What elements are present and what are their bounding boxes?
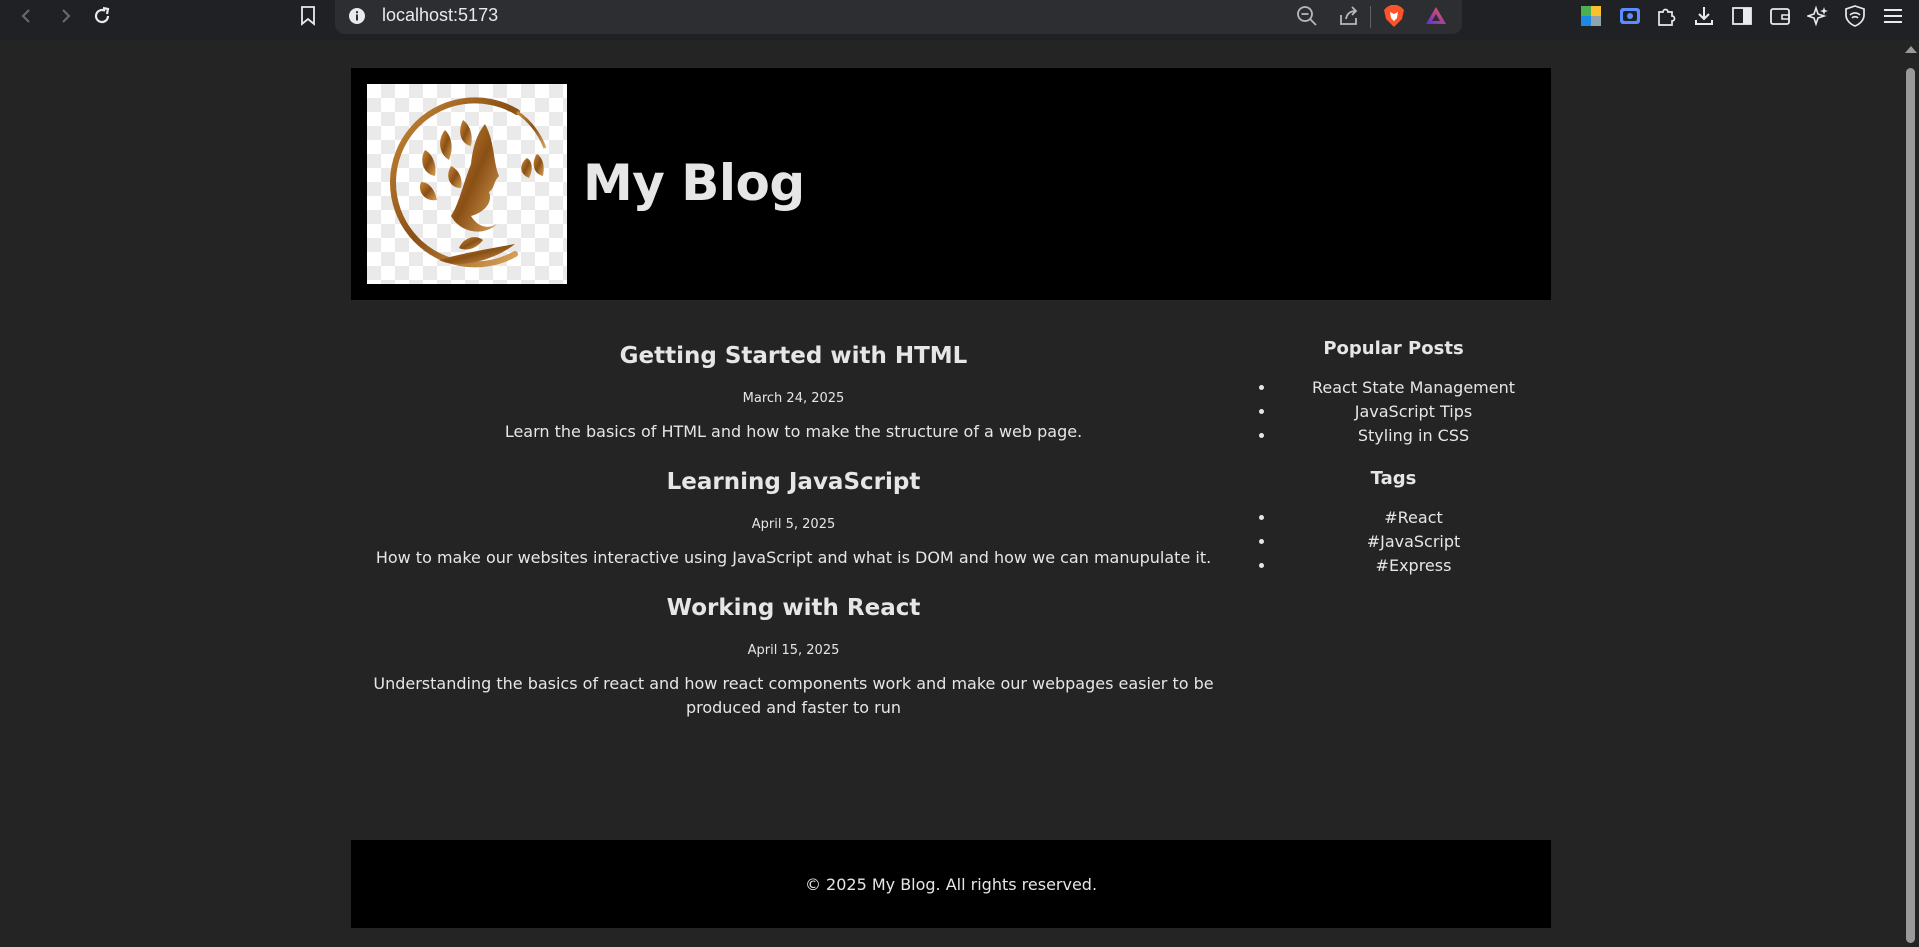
blog-logo: [367, 84, 567, 284]
translate-icon: [1581, 6, 1601, 26]
browser-toolbar: localhost:5173: [0, 0, 1919, 40]
popular-posts-list: React State Management JavaScript Tips S…: [1236, 376, 1551, 448]
main-menu-button[interactable]: [1880, 3, 1906, 29]
popular-post-item[interactable]: JavaScript Tips: [1276, 400, 1551, 424]
bookmark-button[interactable]: [294, 2, 322, 30]
post-date: March 24, 2025: [742, 391, 845, 406]
reload-button[interactable]: [88, 2, 116, 30]
screencast-icon: [1620, 8, 1640, 24]
menu-icon: [1884, 9, 1902, 23]
brave-shield-icon: [1384, 5, 1404, 27]
post-item: Working with React April 15, 2025 Unders…: [351, 582, 1236, 720]
post-title[interactable]: Getting Started with HTML: [351, 330, 1236, 382]
post-summary: Learn the basics of HTML and how to make…: [504, 422, 1083, 441]
share-icon: [1340, 6, 1358, 25]
screencast-extension-button[interactable]: [1617, 3, 1643, 29]
extensions-button[interactable]: [1653, 3, 1679, 29]
post-summary: How to make our websites interactive usi…: [375, 548, 1212, 567]
scroll-up-arrow-icon[interactable]: [1905, 46, 1917, 53]
bookmark-icon: [301, 6, 315, 26]
tag-item[interactable]: #Express: [1276, 554, 1551, 578]
site-info-button[interactable]: [347, 6, 367, 26]
brave-rewards-button[interactable]: [1423, 3, 1449, 29]
popular-posts-heading: Popular Posts: [1323, 338, 1464, 359]
popular-post-item[interactable]: Styling in CSS: [1276, 424, 1551, 448]
post-date: April 15, 2025: [747, 643, 840, 658]
zoom-out-icon: [1297, 6, 1317, 26]
page-scrollbar[interactable]: [1902, 40, 1919, 947]
tags-heading: Tags: [1370, 468, 1417, 489]
forward-button[interactable]: [51, 2, 79, 30]
downloads-button[interactable]: [1691, 3, 1717, 29]
sidebar-icon: [1732, 7, 1752, 25]
arrow-left-icon: [21, 9, 30, 23]
site-header: My Blog: [351, 68, 1551, 300]
post-item: Learning JavaScript April 5, 2025 How to…: [351, 456, 1236, 570]
leo-ai-button[interactable]: [1805, 3, 1831, 29]
leo-ai-icon: [1807, 5, 1828, 27]
popular-post-item[interactable]: React State Management: [1276, 376, 1551, 400]
share-button[interactable]: [1336, 3, 1362, 29]
site-footer: © 2025 My Blog. All rights reserved.: [351, 840, 1551, 928]
tag-item[interactable]: #JavaScript: [1276, 530, 1551, 554]
wallet-icon: [1770, 8, 1790, 25]
arrow-right-icon: [62, 9, 71, 23]
zoom-button[interactable]: [1294, 3, 1320, 29]
translate-extension-button[interactable]: [1578, 3, 1604, 29]
post-title[interactable]: Learning JavaScript: [351, 456, 1236, 508]
posts-section: Getting Started with HTML March 24, 2025…: [351, 330, 1236, 720]
address-bar[interactable]: localhost:5173: [335, 0, 1462, 34]
brave-shield-button[interactable]: [1381, 3, 1407, 29]
vpn-icon: [1845, 5, 1865, 27]
tag-item[interactable]: #React: [1276, 506, 1551, 530]
brave-rewards-icon: [1426, 7, 1446, 24]
sidebar: Popular Posts React State Management Jav…: [1236, 330, 1551, 578]
post-summary: Understanding the basics of react and ho…: [373, 674, 1214, 717]
separator: [1370, 6, 1371, 28]
scroll-thumb[interactable]: [1906, 68, 1915, 943]
post-item: Getting Started with HTML March 24, 2025…: [351, 330, 1236, 444]
back-button[interactable]: [13, 2, 41, 30]
woman-leaf-logo-icon: [390, 97, 547, 268]
wallet-button[interactable]: [1767, 3, 1793, 29]
puzzle-icon: [1658, 8, 1676, 26]
post-title[interactable]: Working with React: [351, 582, 1236, 634]
post-date: April 5, 2025: [751, 517, 836, 532]
tags-list: #React #JavaScript #Express: [1236, 506, 1551, 578]
sidebar-toggle-button[interactable]: [1729, 3, 1755, 29]
copyright-text: © 2025 My Blog. All rights reserved.: [804, 874, 1098, 894]
vpn-button[interactable]: [1842, 3, 1868, 29]
site-title: My Blog: [583, 154, 805, 212]
download-icon: [1695, 7, 1713, 25]
url-text[interactable]: localhost:5173: [382, 5, 498, 26]
info-icon: [349, 8, 365, 24]
reload-icon: [94, 6, 110, 24]
